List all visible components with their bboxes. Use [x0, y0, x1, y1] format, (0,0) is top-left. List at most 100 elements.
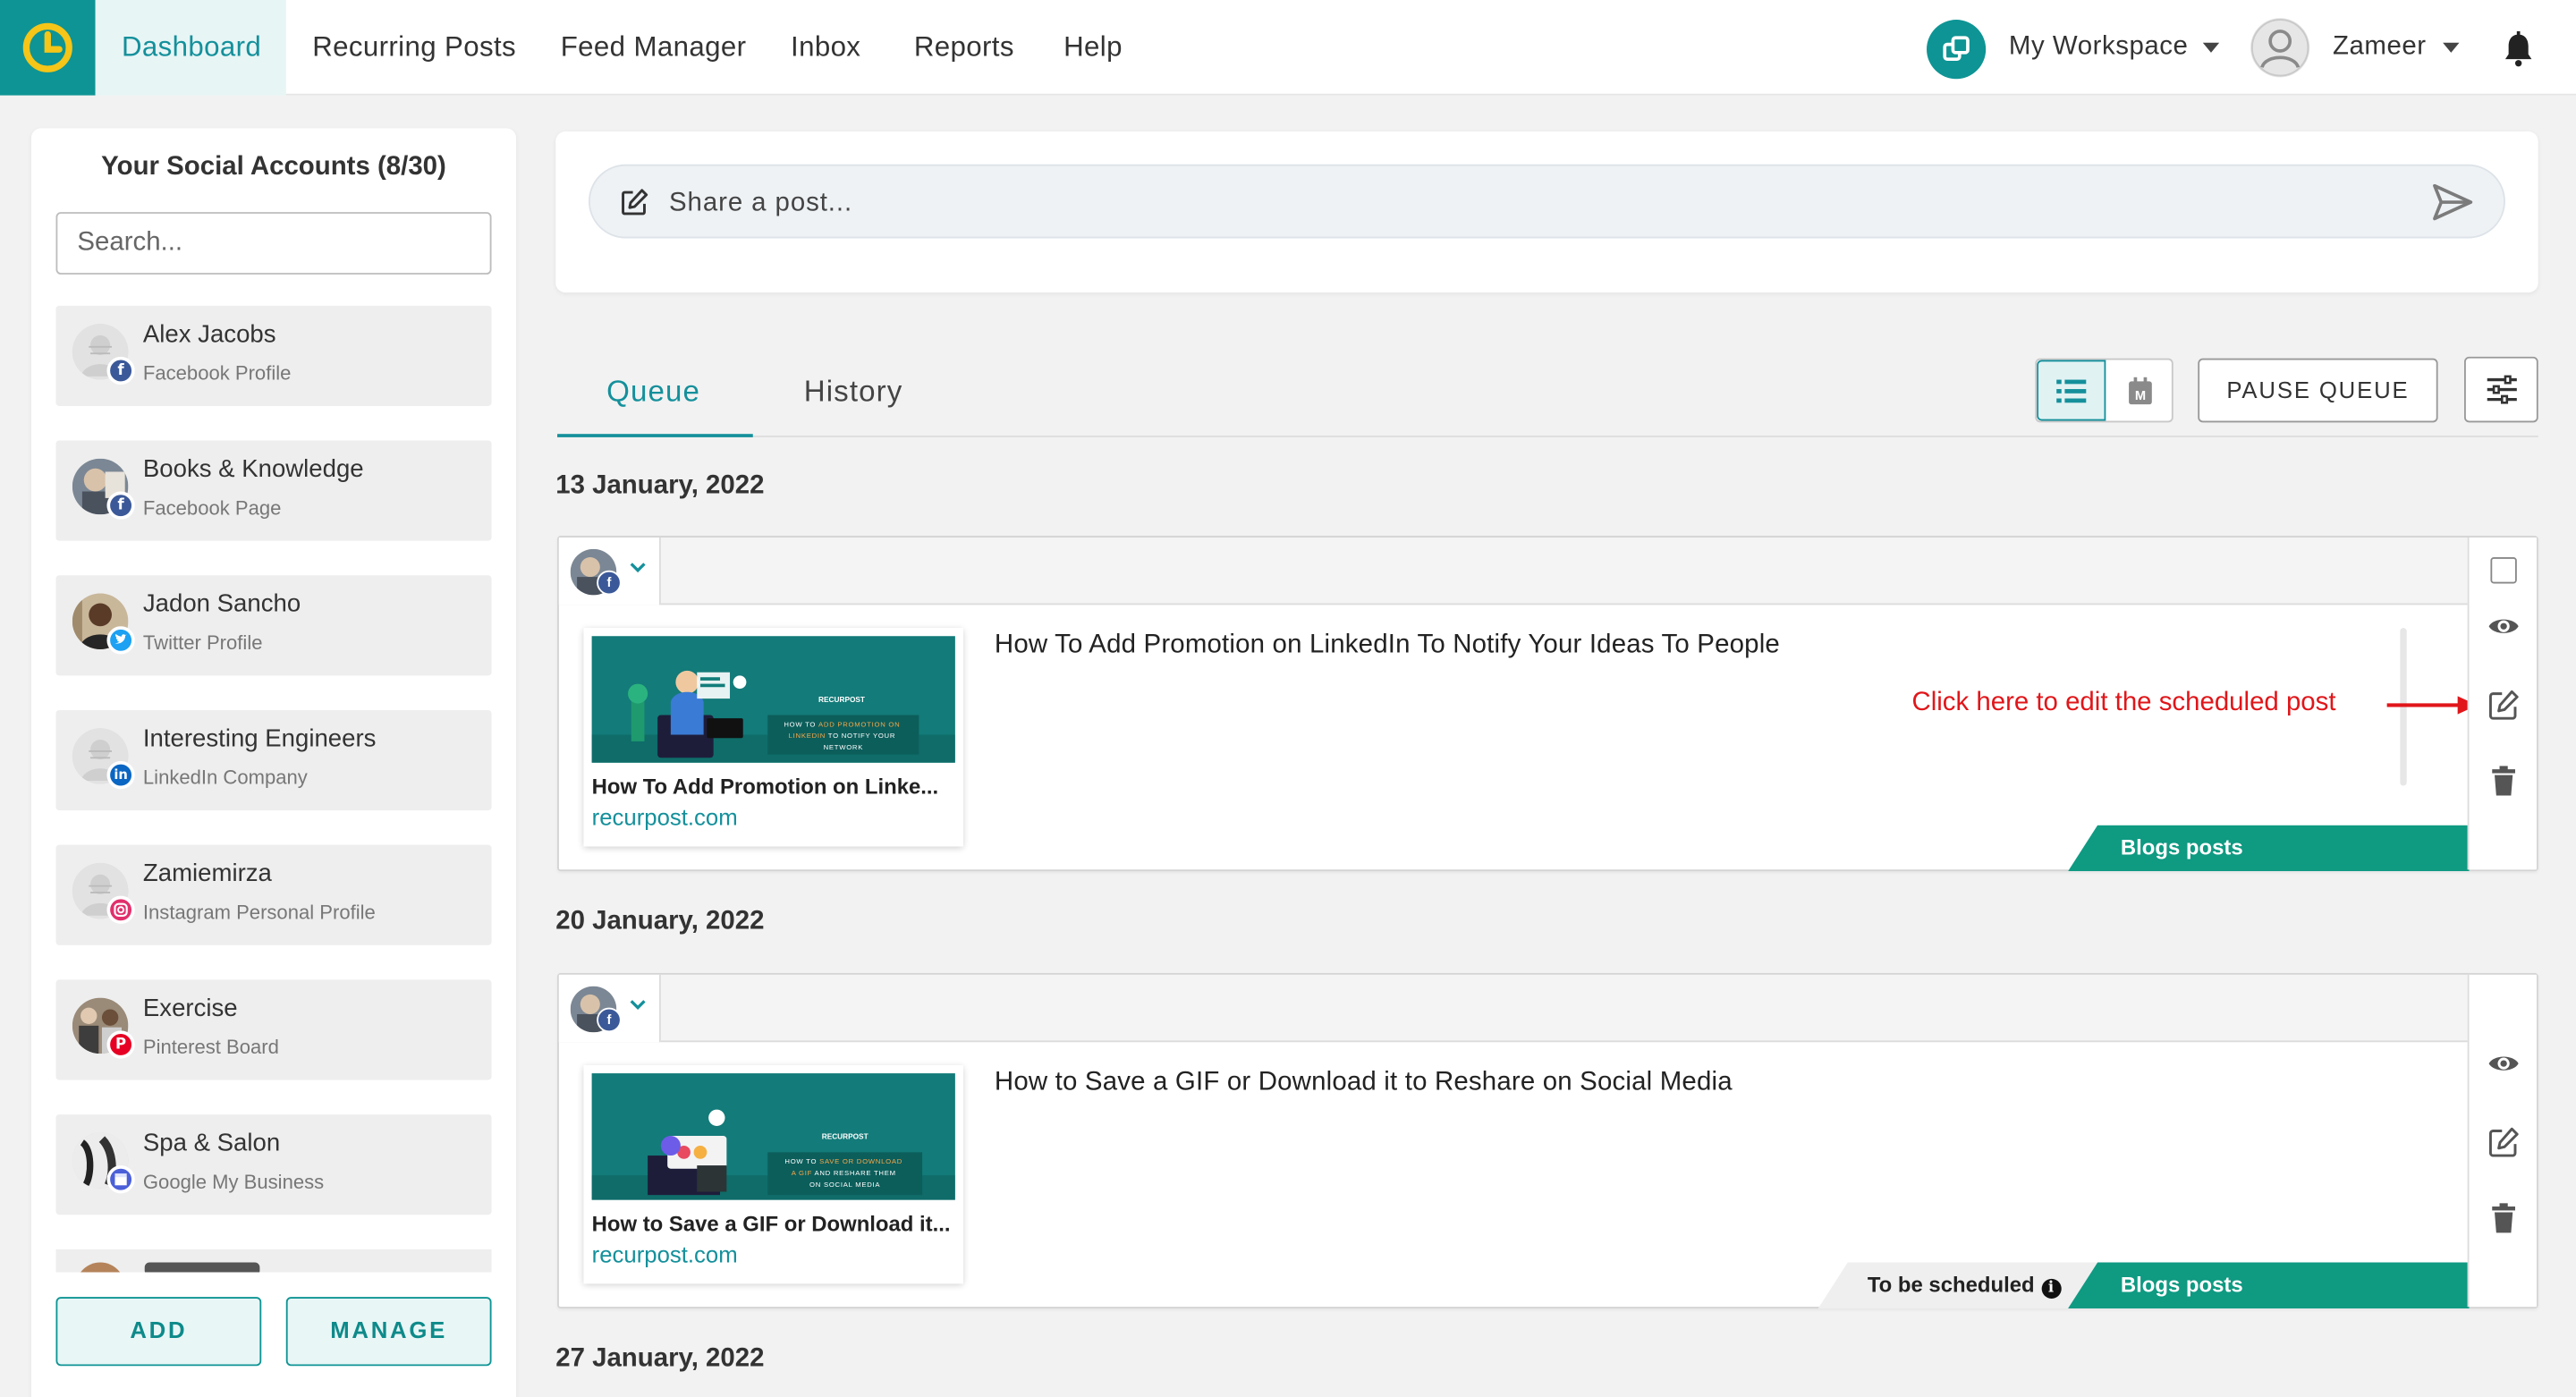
- view-toggle: M: [2035, 358, 2174, 423]
- account-name: Zamiemirza: [142, 859, 272, 888]
- chevron-down-icon: [630, 1000, 646, 1010]
- sliders-icon: [2486, 375, 2516, 404]
- send-icon[interactable]: [2431, 182, 2474, 222]
- account-type: Pinterest Board: [142, 1035, 279, 1059]
- info-icon[interactable]: i: [2040, 1278, 2062, 1299]
- trash-icon[interactable]: [2487, 765, 2521, 798]
- link-preview-title: How To Add Promotion on Linke...: [591, 774, 939, 800]
- account-type: Google My Business: [142, 1170, 325, 1194]
- chevron-down-icon: [630, 563, 646, 573]
- nav-help[interactable]: Help: [1038, 0, 1149, 96]
- workspace-icon[interactable]: [1927, 20, 1987, 80]
- switch-workspace-icon: [1943, 36, 1970, 62]
- facebook-icon: f: [106, 356, 135, 385]
- active-tab-indicator: [557, 434, 753, 437]
- twitter-icon: [106, 626, 135, 655]
- link-preview-card[interactable]: RECURPOST HOW TO SAVE OR DOWNLOAD A GIF …: [583, 1064, 964, 1284]
- post-actions: [2467, 537, 2537, 870]
- post-account-selector[interactable]: f: [558, 537, 661, 605]
- panel-title: Your Social Accounts (8/30): [101, 152, 446, 182]
- post-composer: Share a post...: [555, 131, 2538, 293]
- facebook-icon: f: [597, 1007, 622, 1033]
- account-type: LinkedIn Company: [142, 766, 308, 790]
- account-type: Instagram Personal Profile: [142, 901, 376, 924]
- top-navbar: Dashboard Recurring Posts Feed Manager I…: [0, 0, 2576, 96]
- account-name: Spa & Salon: [142, 1129, 281, 1157]
- manage-accounts-button[interactable]: MANAGE: [285, 1297, 492, 1367]
- annotation-arrow-icon: [2386, 696, 2478, 715]
- account-name: Interesting Engineers: [142, 724, 377, 753]
- post-header: f: [558, 974, 2470, 1043]
- edit-icon: [622, 189, 648, 216]
- select-post-checkbox[interactable]: [2490, 557, 2517, 584]
- pinterest-icon: P: [106, 1030, 135, 1059]
- user-menu[interactable]: Zameer: [2333, 0, 2427, 96]
- workspace-dropdown[interactable]: My Workspace: [2009, 0, 2189, 96]
- post-account-selector[interactable]: f: [558, 974, 661, 1043]
- user-icon: [2251, 19, 2309, 77]
- account-item[interactable]: in Interesting Engineers LinkedIn Compan…: [55, 709, 492, 811]
- social-accounts-panel: Your Social Accounts (8/30) f Alex Jacob…: [30, 128, 517, 1397]
- chevron-down-icon[interactable]: [2202, 42, 2220, 53]
- clock-logo-icon: [22, 22, 72, 72]
- account-name: Books & Knowledge: [142, 455, 364, 484]
- post-actions: [2467, 974, 2537, 1308]
- facebook-icon: f: [597, 570, 622, 596]
- preview-brand-text: RECURPOST: [822, 1133, 869, 1141]
- filter-button[interactable]: [2464, 356, 2538, 423]
- account-name: Jadon Sancho: [142, 589, 301, 619]
- account-type: Twitter Profile: [142, 631, 263, 655]
- edit-icon[interactable]: [2487, 1126, 2521, 1159]
- eye-icon[interactable]: [2487, 610, 2521, 643]
- link-preview-title: How to Save a GIF or Download it...: [591, 1211, 951, 1237]
- link-preview-image: RECURPOST HOW TO ADD PROMOTION ON LINKED…: [591, 636, 955, 763]
- link-preview-card[interactable]: RECURPOST HOW TO ADD PROMOTION ON LINKED…: [583, 628, 964, 847]
- share-post-placeholder: Share a post...: [669, 189, 853, 217]
- queue-date-header: 20 January, 2022: [555, 907, 765, 936]
- google-my-business-icon: [106, 1165, 135, 1194]
- link-preview-domain[interactable]: recurpost.com: [592, 804, 738, 830]
- edit-icon[interactable]: [2487, 689, 2521, 722]
- add-account-button[interactable]: ADD: [55, 1297, 262, 1367]
- instagram-icon: [106, 895, 135, 924]
- recurpost-logo[interactable]: [0, 0, 96, 96]
- calendar-view-button[interactable]: M: [2106, 360, 2172, 421]
- nav-inbox[interactable]: Inbox: [765, 0, 887, 96]
- eye-icon[interactable]: [2487, 1047, 2521, 1080]
- link-preview-image: RECURPOST HOW TO SAVE OR DOWNLOAD A GIF …: [591, 1073, 955, 1200]
- svg-text:M: M: [2134, 388, 2145, 402]
- account-item-partial: [55, 1249, 492, 1273]
- account-item[interactable]: Jadon Sancho Twitter Profile: [55, 575, 492, 676]
- pause-queue-button[interactable]: PAUSE QUEUE: [2198, 358, 2438, 423]
- annotation-text: Click here to edit the scheduled post: [1911, 689, 2336, 717]
- nav-reports[interactable]: Reports: [887, 0, 1040, 96]
- chevron-down-icon[interactable]: [2443, 42, 2460, 53]
- scheduled-post-card: f RECURPOST HOW TO SAVE OR DOWNLOAD A GI…: [557, 973, 2538, 1308]
- share-post-input[interactable]: Share a post...: [588, 164, 2505, 239]
- account-item[interactable]: Zamiemirza Instagram Personal Profile: [55, 844, 492, 945]
- linkedin-icon: in: [106, 760, 135, 790]
- category-tag: Blogs posts: [2068, 825, 2470, 872]
- nav-feed-manager[interactable]: Feed Manager: [534, 0, 772, 96]
- account-type: Facebook Profile: [142, 361, 292, 385]
- nav-dashboard[interactable]: Dashboard: [95, 0, 286, 96]
- nav-recurring-posts[interactable]: Recurring Posts: [286, 0, 543, 96]
- account-item[interactable]: P Exercise Pinterest Board: [55, 979, 492, 1080]
- tab-queue[interactable]: Queue: [606, 359, 700, 435]
- account-search-input[interactable]: [55, 212, 492, 275]
- user-avatar[interactable]: [2250, 18, 2310, 78]
- account-item[interactable]: Spa & Salon Google My Business: [55, 1114, 492, 1215]
- list-view-button[interactable]: [2037, 360, 2106, 421]
- account-item[interactable]: f Books & Knowledge Facebook Page: [55, 440, 492, 541]
- tab-history[interactable]: History: [804, 359, 903, 435]
- bell-icon[interactable]: [2499, 30, 2538, 69]
- link-preview-domain[interactable]: recurpost.com: [592, 1241, 738, 1267]
- post-header: f: [558, 537, 2470, 605]
- status-badge: To be scheduled i: [1818, 1262, 2098, 1308]
- status-text: To be scheduled: [1867, 1272, 2035, 1298]
- calendar-icon: M: [2128, 376, 2151, 404]
- tabs-divider: [557, 436, 2538, 437]
- trash-icon[interactable]: [2487, 1202, 2521, 1235]
- account-name: Exercise: [142, 994, 238, 1023]
- account-item[interactable]: f Alex Jacobs Facebook Profile: [55, 305, 492, 406]
